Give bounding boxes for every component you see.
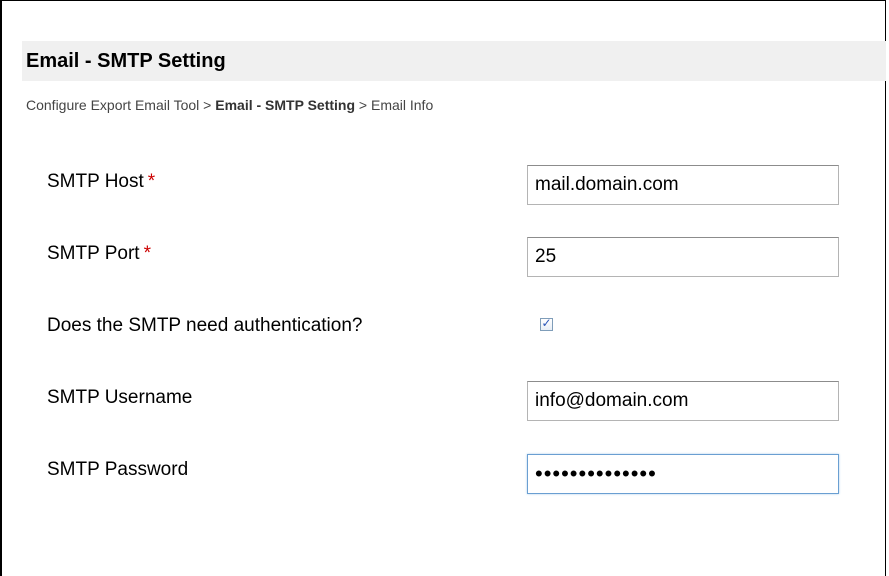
- breadcrumb-item-email-info: Email Info: [370, 97, 434, 113]
- smtp-auth-label: Does the SMTP need authentication?: [47, 315, 363, 336]
- breadcrumb-item-current: Email - SMTP Setting: [215, 97, 356, 113]
- smtp-username-label: SMTP Username: [47, 387, 193, 408]
- required-marker: *: [143, 243, 151, 264]
- smtp-password-label: SMTP Password: [47, 459, 189, 480]
- page-title: Email - SMTP Setting: [26, 50, 226, 72]
- smtp-username-input[interactable]: [527, 381, 839, 421]
- smtp-host-label-text: SMTP Host: [47, 171, 144, 192]
- required-marker: *: [147, 171, 156, 192]
- breadcrumb-separator: >: [203, 97, 212, 113]
- smtp-auth-checkbox[interactable]: ✓: [540, 316, 553, 331]
- smtp-password-input[interactable]: [527, 454, 839, 494]
- smtp-host-label: SMTP Host *: [47, 171, 155, 193]
- smtp-port-label: SMTP Port *: [47, 243, 151, 265]
- smtp-host-input[interactable]: [527, 165, 839, 205]
- checkmark-icon: ✓: [541, 316, 552, 330]
- smtp-port-label-text: SMTP Port: [47, 243, 140, 264]
- breadcrumb-item-configure-export-email-tool[interactable]: Configure Export Email Tool: [26, 97, 199, 113]
- breadcrumb-separator: >: [358, 97, 368, 113]
- smtp-port-input[interactable]: [527, 237, 839, 277]
- breadcrumb: Configure Export Email Tool > Email - SM…: [26, 97, 433, 113]
